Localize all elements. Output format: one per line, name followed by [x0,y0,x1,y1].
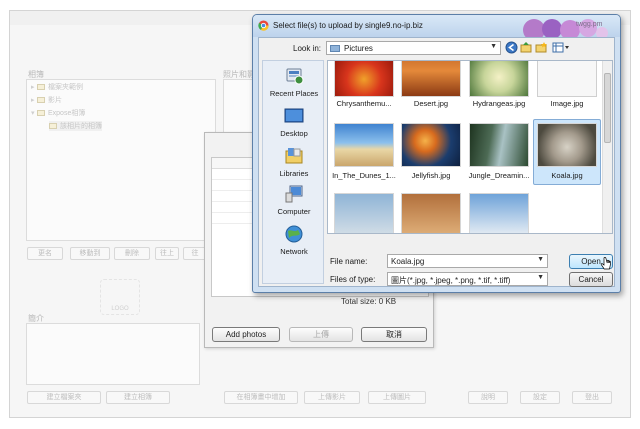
total-size-text: Total size: 0 KB [341,297,397,306]
move-up-button[interactable]: 往上 [155,247,179,260]
file-name-input[interactable]: Koala.jpg ▼ [387,254,548,268]
places-bar: Recent Places Desktop Libraries Computer… [262,60,324,284]
file-thumb-chrysanthemum[interactable] [334,61,394,97]
network-icon [285,225,303,243]
file-name[interactable]: Jungle_Dreamin... [464,171,534,180]
look-in-label: Look in: [293,44,322,53]
chrome-icon [258,20,269,31]
folder-icon [37,84,45,91]
upload-image-button[interactable]: 上傳圖片 [368,391,426,404]
logo: LOGO [100,279,140,315]
scrollbar-thumb[interactable] [604,73,611,143]
look-in-dropdown[interactable]: Pictures ▼ [326,41,501,55]
place-recent-places[interactable]: Recent Places [263,67,325,98]
file-type-label: Files of type: [330,275,376,284]
dialog-title: Select file(s) to upload by single9.no-i… [273,21,423,30]
album-tree-panel[interactable]: ▸ 檔案夾範例 ▸ 影片 ▾ Expose相簿 該相片的相簿 [26,79,216,241]
file-name-label: File name: [330,257,368,266]
recent-places-icon [286,68,304,85]
file-thumb-desert[interactable] [401,61,461,97]
dropdown-arrow-icon: ▼ [537,274,544,281]
create-album-button[interactable]: 建立相簿 [106,391,170,404]
pictures-folder-icon [330,45,340,52]
up-folder-icon[interactable] [520,41,533,54]
place-desktop[interactable]: Desktop [263,107,325,138]
place-label: Libraries [279,169,309,178]
file-thumb-jellyfish[interactable] [401,123,461,167]
file-name[interactable]: Desert.jpg [396,99,466,108]
cancel-button[interactable]: Cancel [569,272,613,287]
file-name[interactable]: Jellyfish.jpg [396,171,466,180]
place-label: Network [280,247,308,256]
file-thumb-image[interactable] [537,61,597,97]
dropdown-arrow-icon: ▼ [490,43,497,50]
file-name-value: Koala.jpg [391,257,425,266]
logout-button[interactable]: 登出 [572,391,612,404]
new-folder-icon[interactable] [535,41,548,54]
file-name[interactable]: Koala.jpg [532,171,602,180]
rename-button[interactable]: 更名 [27,247,63,260]
libraries-icon [285,148,303,164]
back-icon[interactable] [505,41,518,54]
file-type-value: 圖片(*.jpg, *.jpeg, *.png, *.tif, *.tiff) [391,276,511,285]
album-icon [49,123,57,130]
cancel-upload-button[interactable]: 取消 [361,327,427,342]
create-folder-button[interactable]: 建立檔案夾 [27,391,101,404]
file-thumb-partial[interactable] [334,193,394,233]
place-label: Computer [277,207,311,216]
hand-cursor-icon [600,257,611,270]
file-open-dialog: Select file(s) to upload by single9.no-i… [252,14,621,293]
place-label: Recent Places [269,89,319,98]
delete-button[interactable]: 刪除 [114,247,150,260]
tree-item-expose-album[interactable]: ▾ Expose相簿 [31,108,85,118]
move-to-button[interactable]: 移動到 [70,247,110,260]
description-panel[interactable] [26,323,200,385]
upload-button[interactable]: 上傳 [289,327,353,342]
file-list-scrollbar[interactable] [602,61,612,233]
file-thumb-partial[interactable] [401,193,461,233]
file-thumb-jungle-dreaming[interactable] [469,123,529,167]
place-label: Desktop [280,129,308,138]
tree-item-videos[interactable]: ▸ 影片 [31,95,62,105]
tree-item-selected-album[interactable]: 該相片的相簿 [49,121,102,131]
computer-icon [285,185,303,203]
settings-button[interactable]: 設定 [520,391,560,404]
place-computer[interactable]: Computer [263,185,325,216]
file-thumb-koala[interactable] [537,123,597,167]
file-type-select[interactable]: 圖片(*.jpg, *.jpeg, *.png, *.tif, *.tiff) … [387,272,548,286]
add-photos-button[interactable]: Add photos [212,327,280,342]
dropdown-arrow-icon: ▼ [537,256,544,263]
file-thumb-hydrangeas[interactable] [469,61,529,97]
file-name[interactable]: Chrysanthemu... [329,99,399,108]
watermark-text: twgg.pm [576,21,603,28]
dialog-body: Look in: Pictures ▼ Recent Places Deskto… [258,37,615,287]
dialog-title-bar[interactable]: Select file(s) to upload by single9.no-i… [253,15,620,41]
help-button[interactable]: 說明 [468,391,508,404]
look-in-value: Pictures [344,44,373,53]
upload-video-button[interactable]: 上傳影片 [304,391,360,404]
view-menu-icon[interactable] [552,41,570,54]
place-libraries[interactable]: Libraries [263,147,325,178]
folder-icon [37,97,45,104]
desktop-icon [284,108,304,123]
file-name[interactable]: Hydrangeas.jpg [464,99,534,108]
tree-item-sample-folder[interactable]: ▸ 檔案夾範例 [31,82,83,92]
folder-icon [37,110,45,117]
file-list[interactable]: Chrysanthemu... Desert.jpg Hydrangeas.jp… [327,60,613,234]
add-to-album-button[interactable]: 在相簿畫中增加 [224,391,298,404]
file-thumb-partial[interactable] [469,193,529,233]
file-thumb-in-the-dunes[interactable] [334,123,394,167]
place-network[interactable]: Network [263,225,325,256]
file-name[interactable]: In_The_Dunes_1... [329,171,399,180]
file-name[interactable]: Image.jpg [532,99,602,108]
